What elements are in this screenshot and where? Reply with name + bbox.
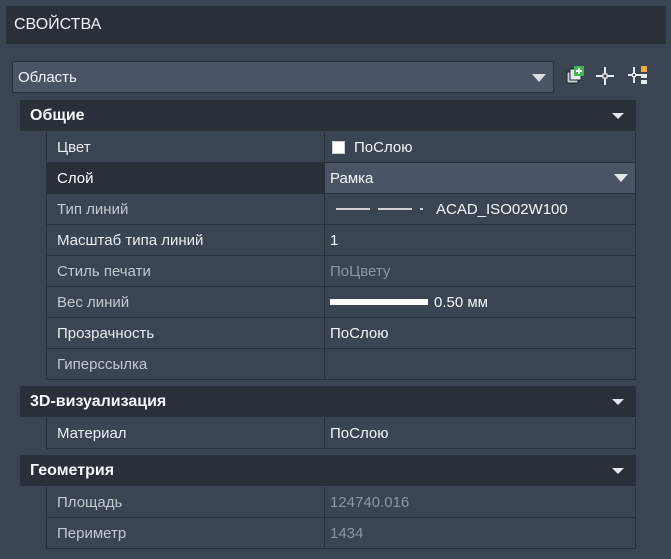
selection-toolbar: Область xyxy=(12,60,658,94)
property-row-lineweight[interactable]: Вес линий 0.50 мм xyxy=(47,287,636,318)
toggle-pickadd-button[interactable] xyxy=(626,64,650,88)
color-swatch xyxy=(332,140,345,154)
property-value[interactable]: ПоСлою xyxy=(325,418,636,448)
toggle-pickadd-icon xyxy=(628,66,647,84)
property-value: 1434 xyxy=(325,518,636,548)
property-value[interactable]: 1 xyxy=(325,225,636,255)
section-3d-visualization-header[interactable]: 3D-визуализация xyxy=(20,386,636,418)
palette-title: СВОЙСТВА xyxy=(14,16,102,33)
object-type-dropdown[interactable]: Область xyxy=(12,61,554,93)
collapse-arrow-icon[interactable] xyxy=(612,468,624,474)
property-label: Вес линий xyxy=(47,287,325,317)
layer-value: Рамка xyxy=(330,169,374,187)
section-3d-visualization-title: 3D-визуализация xyxy=(30,392,167,410)
section-geometry-rows: Площадь 124740.016 Периметр 1434 xyxy=(46,487,636,549)
palette-title-bar[interactable]: СВОЙСТВА xyxy=(6,6,666,44)
property-value[interactable] xyxy=(325,349,636,379)
property-label: Цвет xyxy=(47,132,325,162)
lineweight-sample xyxy=(330,299,428,305)
layer-dropdown[interactable]: Рамка xyxy=(325,163,636,193)
linetype-sample-icon xyxy=(336,208,423,210)
property-value[interactable]: ПоСлою xyxy=(325,132,636,162)
property-label: Слой xyxy=(47,163,325,193)
property-value[interactable]: ACAD_ISO02W100 xyxy=(325,194,636,224)
property-row-hyperlink[interactable]: Гиперссылка xyxy=(47,349,636,380)
collapse-arrow-icon[interactable] xyxy=(612,399,624,405)
property-row-linetype-scale[interactable]: Масштаб типа линий 1 xyxy=(47,225,636,256)
property-label: Материал xyxy=(47,418,325,448)
property-row-perimeter: Периметр 1434 xyxy=(47,518,636,549)
section-general-title: Общие xyxy=(30,106,85,124)
object-type-value: Область xyxy=(18,68,77,86)
properties-grid: Общие Цвет ПоСлою Слой Рамка Тип линий A xyxy=(20,100,636,549)
collapse-arrow-icon[interactable] xyxy=(612,113,624,119)
property-row-color[interactable]: Цвет ПоСлою xyxy=(47,132,636,163)
section-3d-visualization-rows: Материал ПоСлою xyxy=(46,418,636,449)
property-value[interactable]: ПоСлою xyxy=(325,318,636,348)
property-row-transparency[interactable]: Прозрачность ПоСлою xyxy=(47,318,636,349)
property-value: ПоЦвету xyxy=(325,256,636,286)
property-value: 124740.016 xyxy=(325,487,636,517)
section-geometry-title: Геометрия xyxy=(30,461,115,479)
section-general-rows: Цвет ПоСлою Слой Рамка Тип линий ACAD_IS… xyxy=(46,132,636,380)
property-label: Стиль печати xyxy=(47,256,325,286)
color-value: ПоСлою xyxy=(354,138,413,156)
lineweight-value: 0.50 мм xyxy=(434,293,488,311)
section-general-header[interactable]: Общие xyxy=(20,100,636,132)
quick-select-button[interactable] xyxy=(563,64,587,88)
property-label: Гиперссылка xyxy=(47,349,325,379)
chevron-down-icon xyxy=(532,74,546,82)
property-row-layer[interactable]: Слой Рамка xyxy=(47,163,636,194)
chevron-down-icon[interactable] xyxy=(614,174,628,182)
property-label: Масштаб типа линий xyxy=(47,225,325,255)
property-row-material[interactable]: Материал ПоСлою xyxy=(47,418,636,449)
property-label: Прозрачность xyxy=(47,318,325,348)
property-value[interactable]: 0.50 мм xyxy=(325,287,636,317)
property-label: Площадь xyxy=(47,487,325,517)
quick-select-icon xyxy=(566,66,584,84)
section-geometry-header[interactable]: Геометрия xyxy=(20,455,636,487)
property-label: Периметр xyxy=(47,518,325,548)
select-objects-button[interactable] xyxy=(593,64,617,88)
property-row-plot-style: Стиль печати ПоЦвету xyxy=(47,256,636,287)
property-row-area: Площадь 124740.016 xyxy=(47,487,636,518)
linetype-value: ACAD_ISO02W100 xyxy=(436,200,568,218)
property-label: Тип линий xyxy=(47,194,325,224)
property-row-linetype[interactable]: Тип линий ACAD_ISO02W100 xyxy=(47,194,636,225)
select-objects-icon xyxy=(596,67,614,85)
